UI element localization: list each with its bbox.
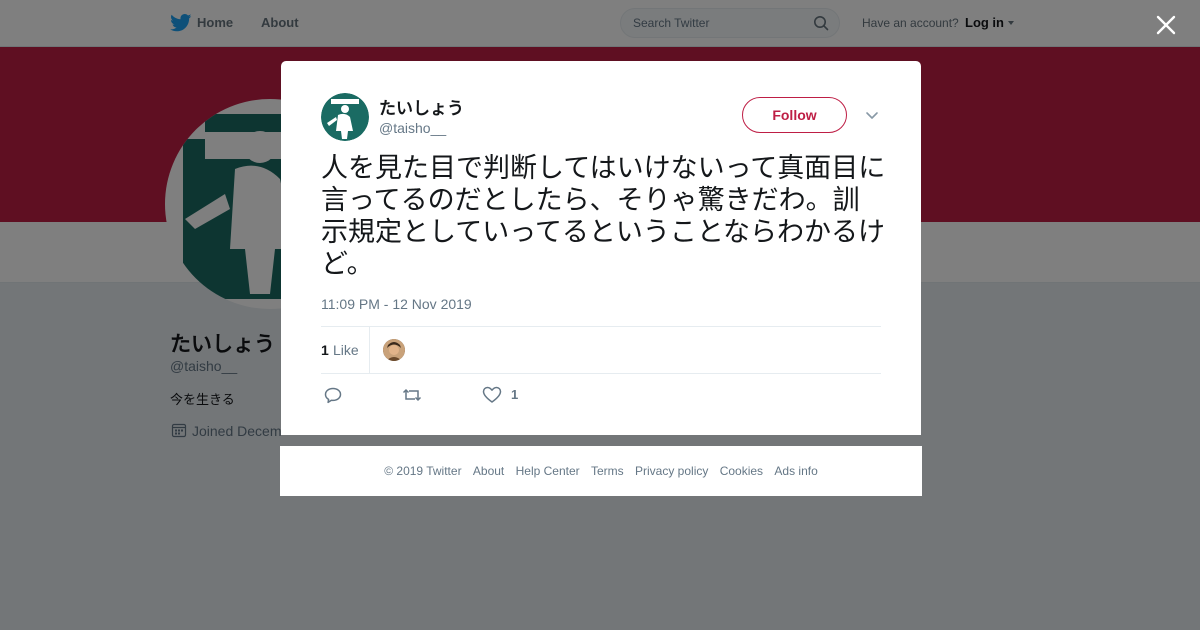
- heart-icon[interactable]: [482, 386, 502, 404]
- footer-links: © 2019 Twitter About Help Center Terms P…: [280, 464, 922, 478]
- footer-copyright: © 2019 Twitter: [384, 464, 462, 478]
- like-stat-label[interactable]: Like: [333, 342, 359, 358]
- tweet-author-handle[interactable]: @taisho__: [379, 120, 446, 136]
- retweet-icon[interactable]: [402, 386, 422, 404]
- like-action-count: 1: [511, 387, 519, 402]
- divider: [321, 373, 881, 374]
- close-icon[interactable]: [1155, 14, 1177, 36]
- footer-link-terms[interactable]: Terms: [591, 464, 624, 478]
- chevron-down-icon[interactable]: [865, 108, 879, 122]
- like-stat-count[interactable]: 1: [321, 342, 329, 358]
- tweet-author-avatar[interactable]: [321, 93, 369, 141]
- footer-link-cookies[interactable]: Cookies: [720, 464, 763, 478]
- person-photo-icon: [383, 339, 405, 361]
- footer-link-about[interactable]: About: [473, 464, 504, 478]
- modal-footer: © 2019 Twitter About Help Center Terms P…: [280, 446, 922, 496]
- tweet-timestamp[interactable]: 11:09 PM - 12 Nov 2019: [321, 296, 472, 312]
- footer-link-privacy[interactable]: Privacy policy: [635, 464, 708, 478]
- reply-icon[interactable]: [323, 386, 343, 404]
- divider: [369, 327, 370, 373]
- tweet-author-name[interactable]: たいしょう: [379, 94, 464, 119]
- tweet-text: 人を見た目で判断してはいけないって真面目に言ってるのだとしたら、そりゃ驚きだわ。…: [321, 153, 886, 280]
- exit-sign-figure-icon: [321, 93, 369, 141]
- follow-button[interactable]: Follow: [742, 97, 847, 133]
- divider: [321, 326, 881, 327]
- footer-link-ads-info[interactable]: Ads info: [774, 464, 817, 478]
- footer-link-help-center[interactable]: Help Center: [516, 464, 580, 478]
- tweet-modal: たいしょう @taisho__ Follow 人を見た目で判断してはいけないって…: [281, 61, 921, 435]
- liker-avatar[interactable]: [383, 339, 405, 361]
